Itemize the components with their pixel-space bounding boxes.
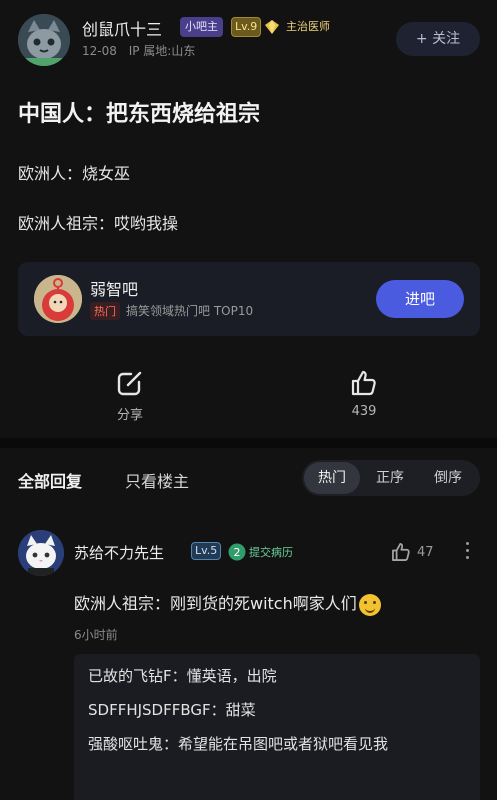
- sort-descending[interactable]: 倒序: [420, 460, 476, 496]
- title-badge: 主治医师: [286, 20, 330, 33]
- forum-avatar: [34, 275, 82, 323]
- thumbs-up-icon: [351, 370, 376, 396]
- author-name[interactable]: 创鼠爪十三: [82, 16, 162, 40]
- comments-section: 全部回复 只看楼主 热门 正序 倒序 苏给不力先生 Lv.5 2 提交病历 47…: [0, 448, 497, 800]
- sort-switcher: 热门 正序 倒序: [302, 460, 480, 496]
- smile-emoji-icon: [358, 593, 381, 616]
- badge-number: 2: [234, 546, 241, 559]
- follow-button[interactable]: + 关注: [396, 22, 480, 56]
- ip-location: IP 属地:山东: [128, 44, 196, 58]
- sort-ascending[interactable]: 正序: [362, 460, 418, 496]
- white-cat-avatar-icon: [18, 530, 64, 576]
- commenter-avatar[interactable]: [18, 530, 64, 576]
- sort-hot[interactable]: 热门: [304, 462, 360, 494]
- level-badge: Lv.9: [231, 17, 262, 37]
- post-date: 12-08: [82, 44, 117, 58]
- enter-forum-button[interactable]: 进吧: [376, 280, 464, 318]
- tab-op-only[interactable]: 只看楼主: [125, 468, 189, 492]
- commenter-level-badge: Lv.5: [191, 542, 222, 560]
- more-options-icon[interactable]: [462, 540, 472, 562]
- post-meta: 12-08 IP 属地:山东: [82, 42, 195, 59]
- share-icon: [117, 371, 142, 396]
- reply-item[interactable]: 强酸呕吐鬼：希望能在吊图吧或者狱吧看见我: [88, 732, 468, 756]
- hot-tag: 热门: [90, 302, 120, 320]
- forum-name: 弱智吧: [90, 280, 139, 299]
- post-line-2: 欧洲人祖宗：哎哟我操: [18, 214, 179, 233]
- comment-like-count: 47: [417, 545, 434, 560]
- like-count: 439: [351, 404, 377, 419]
- comment-text: 欧洲人祖宗：刚到货的死witch啊家人们: [74, 590, 381, 616]
- teletubby-icon: [34, 275, 82, 323]
- tab-all-replies[interactable]: 全部回复: [18, 468, 82, 492]
- commenter-title-badge: 提交病历: [249, 546, 293, 559]
- medical-badge-icon: 2: [228, 543, 246, 561]
- share-label: 分享: [116, 408, 143, 423]
- comment-body: 欧洲人祖宗：刚到货的死witch啊家人们: [74, 594, 357, 613]
- forum-card[interactable]: 弱智吧 热门 搞笑领域热门吧 TOP10 进吧: [18, 262, 480, 336]
- reply-item[interactable]: 已故的飞钻F：懂英语，出院: [88, 664, 468, 688]
- author-avatar[interactable]: [18, 14, 70, 66]
- commenter-name[interactable]: 苏给不力先生: [74, 542, 164, 563]
- share-action[interactable]: 分享: [90, 368, 170, 423]
- section-divider: [0, 438, 497, 448]
- cat-avatar-icon: [18, 14, 70, 66]
- owner-badge: 小吧主: [180, 17, 223, 37]
- reply-item[interactable]: SDFFHJSDFFBGF：甜菜: [88, 698, 468, 722]
- post-line-1: 欧洲人：烧女巫: [18, 164, 131, 183]
- post-container: 创鼠爪十三 小吧主 Lv.9 主治医师 12-08 IP 属地:山东 + 关注 …: [0, 0, 497, 438]
- post-title: 中国人：把东西烧给祖宗: [18, 102, 261, 127]
- forum-description: 搞笑领域热门吧 TOP10: [126, 304, 254, 318]
- like-action[interactable]: 439: [324, 368, 404, 419]
- replies-box[interactable]: 已故的飞钻F：懂英语，出院 SDFFHJSDFFBGF：甜菜 强酸呕吐鬼：希望能…: [74, 654, 480, 800]
- comment-like-icon[interactable]: [390, 541, 412, 563]
- comment-time: 6小时前: [74, 628, 118, 642]
